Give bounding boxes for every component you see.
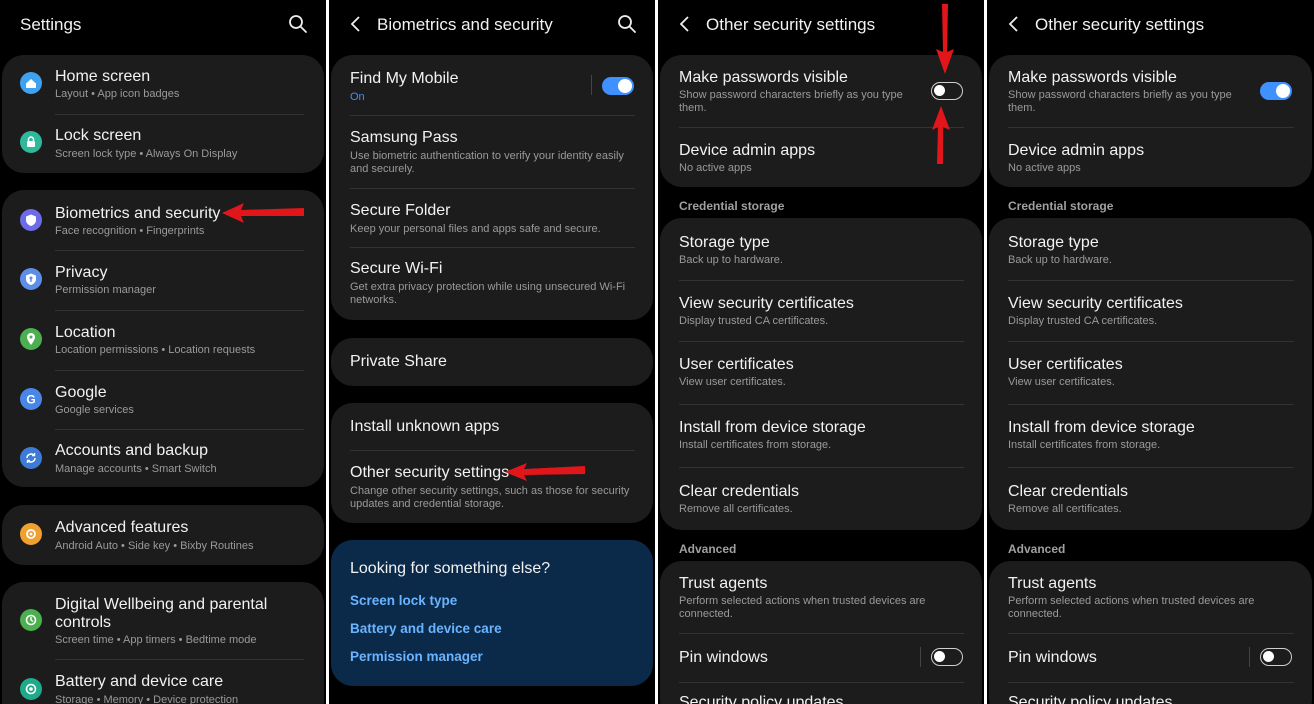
item-make-passwords-visible[interactable]: Make passwords visible Show password cha… [989, 55, 1312, 127]
settings-card-security: Biometrics and security Face recognition… [2, 190, 324, 487]
biometrics-card-other: Install unknown apps Other security sett… [331, 403, 653, 523]
item-pin-windows[interactable]: Pin windows [989, 634, 1312, 682]
find-my-mobile-toggle[interactable] [602, 77, 634, 95]
pin-windows-toggle[interactable] [1260, 648, 1292, 666]
security-panel-after: Other security settings Make passwords v… [987, 0, 1314, 704]
header: Other security settings [987, 0, 1314, 50]
settings-item-advanced-features[interactable]: Advanced features Android Auto • Side ke… [2, 505, 324, 565]
item-device-admin-apps[interactable]: Device admin apps No active apps [989, 128, 1312, 187]
item-pin-windows[interactable]: Pin windows [660, 634, 982, 682]
search-icon[interactable] [288, 14, 308, 34]
pin-windows-toggle[interactable] [931, 648, 963, 666]
lock-icon [20, 131, 42, 153]
device-care-icon [20, 678, 42, 700]
link-screen-lock-type[interactable]: Screen lock type [350, 593, 457, 608]
credential-card: Storage type Back up to hardware. View s… [989, 218, 1312, 530]
back-icon[interactable] [676, 13, 694, 35]
header: Settings [0, 0, 326, 50]
item-clear-credentials[interactable]: Clear credentials Remove all certificate… [989, 468, 1312, 530]
item-secure-folder[interactable]: Secure Folder Keep your personal files a… [331, 189, 653, 247]
red-arrow-annotation [505, 463, 585, 481]
settings-item-battery[interactable]: Battery and device care Storage • Memory… [2, 660, 324, 704]
google-icon: G [20, 388, 42, 410]
page-title: Biometrics and security [377, 15, 553, 34]
gear-plus-icon [20, 523, 42, 545]
item-other-security-settings[interactable]: Other security settings Change other sec… [331, 451, 653, 523]
back-icon[interactable] [1005, 13, 1023, 35]
svg-text:G: G [26, 393, 35, 407]
item-install-from-device-storage[interactable]: Install from device storage Install cert… [989, 405, 1312, 467]
shield-icon [20, 209, 42, 231]
security-card-top: Make passwords visible Show password cha… [989, 55, 1312, 187]
home-icon [20, 72, 42, 94]
suggestions-card: Looking for something else? Screen lock … [331, 540, 653, 686]
divider [1249, 647, 1250, 667]
item-user-certificates[interactable]: User certificates View user certificates… [989, 342, 1312, 404]
section-advanced: Advanced [1008, 542, 1066, 556]
settings-item-accounts[interactable]: Accounts and backup Manage accounts • Sm… [2, 430, 324, 487]
header: Biometrics and security [329, 0, 655, 50]
item-find-my-mobile[interactable]: Find My Mobile On [331, 55, 653, 115]
red-arrow-annotation-up [932, 106, 950, 164]
item-storage-type[interactable]: Storage type Back up to hardware. [989, 218, 1312, 280]
advanced-card: Trust agents Perform selected actions wh… [660, 561, 982, 704]
settings-item-google[interactable]: G Google Google services [2, 371, 324, 429]
privacy-icon [20, 268, 42, 290]
section-credential-storage: Credential storage [1008, 199, 1114, 213]
link-battery-device-care[interactable]: Battery and device care [350, 621, 502, 636]
advanced-card: Trust agents Perform selected actions wh… [989, 561, 1312, 704]
divider [591, 75, 592, 95]
suggestions-heading: Looking for something else? [350, 560, 551, 577]
biometrics-card-main: Find My Mobile On Samsung Pass Use biome… [331, 55, 653, 320]
item-user-certificates[interactable]: User certificates View user certificates… [660, 342, 982, 404]
biometrics-card-private-share: Private Share [331, 338, 653, 386]
page-title: Other security settings [1035, 15, 1205, 34]
make-passwords-visible-toggle[interactable] [931, 82, 963, 100]
security-panel-before: Other security settings Make passwords v… [658, 0, 984, 704]
biometrics-panel: Biometrics and security Find My Mobile O… [329, 0, 655, 704]
item-view-security-certificates[interactable]: View security certificates Display trust… [989, 281, 1312, 341]
settings-item-home-screen[interactable]: Home screen Layout • App icon badges [2, 55, 324, 114]
divider [920, 647, 921, 667]
make-passwords-visible-toggle[interactable] [1260, 82, 1292, 100]
settings-card-display: Home screen Layout • App icon badges Loc… [2, 55, 324, 173]
location-icon [20, 328, 42, 350]
red-arrow-annotation [222, 203, 304, 223]
item-secure-wifi[interactable]: Secure Wi-Fi Get extra privacy protectio… [331, 248, 653, 320]
page-title: Other security settings [706, 15, 876, 34]
credential-card: Storage type Back up to hardware. View s… [660, 218, 982, 530]
item-view-security-certificates[interactable]: View security certificates Display trust… [660, 281, 982, 341]
item-install-from-device-storage[interactable]: Install from device storage Install cert… [660, 405, 982, 467]
settings-item-lock-screen[interactable]: Lock screen Screen lock type • Always On… [2, 115, 324, 173]
page-title: Settings [20, 15, 82, 34]
sync-icon [20, 447, 42, 469]
item-private-share[interactable]: Private Share [331, 338, 653, 386]
settings-item-privacy[interactable]: Privacy Permission manager [2, 251, 324, 310]
settings-card-wellbeing: Digital Wellbeing and parental controls … [2, 582, 324, 704]
search-icon[interactable] [617, 14, 637, 34]
settings-item-digital-wellbeing[interactable]: Digital Wellbeing and parental controls … [2, 582, 324, 658]
item-security-policy-updates[interactable]: Security policy updates [989, 683, 1312, 704]
item-install-unknown-apps[interactable]: Install unknown apps [331, 403, 653, 450]
wellbeing-icon [20, 609, 42, 631]
settings-panel: Settings Home screen Layout • App icon b… [0, 0, 326, 704]
item-security-policy-updates[interactable]: Security policy updates [660, 683, 982, 704]
item-trust-agents[interactable]: Trust agents Perform selected actions wh… [660, 561, 982, 633]
back-icon[interactable] [347, 13, 365, 35]
red-arrow-annotation-down [936, 4, 954, 74]
settings-card-advanced: Advanced features Android Auto • Side ke… [2, 505, 324, 565]
section-credential-storage: Credential storage [679, 199, 785, 213]
item-clear-credentials[interactable]: Clear credentials Remove all certificate… [660, 468, 982, 530]
link-permission-manager[interactable]: Permission manager [350, 649, 483, 664]
settings-item-location[interactable]: Location Location permissions • Location… [2, 311, 324, 370]
item-samsung-pass[interactable]: Samsung Pass Use biometric authenticatio… [331, 116, 653, 188]
item-trust-agents[interactable]: Trust agents Perform selected actions wh… [989, 561, 1312, 633]
item-storage-type[interactable]: Storage type Back up to hardware. [660, 218, 982, 280]
section-advanced: Advanced [679, 542, 737, 556]
